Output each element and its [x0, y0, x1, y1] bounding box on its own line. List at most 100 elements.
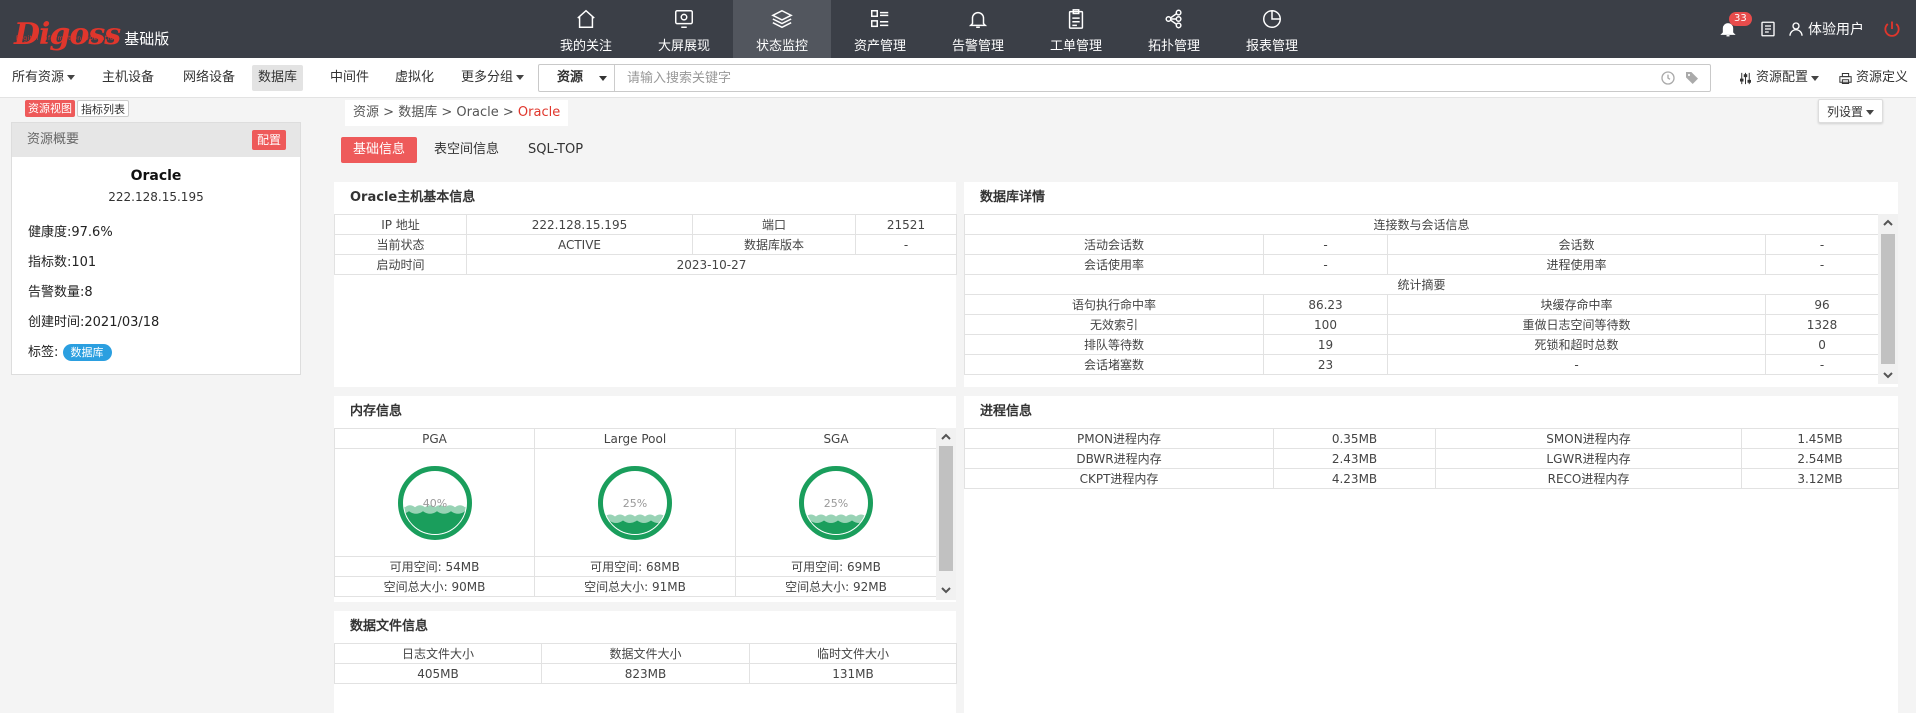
nav-my-focus[interactable]: 我的关注: [537, 0, 635, 58]
tag-badge[interactable]: 数据库: [62, 344, 112, 361]
memory-panel: 内存信息 PGA Large Pool SGA 40% 25% 25% 可用空间…: [334, 396, 956, 602]
table-cell: 会话使用率: [964, 254, 1264, 275]
nav-asset-management[interactable]: 资产管理: [831, 0, 929, 58]
column-settings-button[interactable]: 列设置: [1818, 99, 1884, 123]
breadcrumb-separator: >: [441, 105, 453, 120]
table-cell: 405MB: [334, 663, 542, 684]
gauge-percent-label: 25%: [623, 497, 647, 510]
table-row: 405MB 823MB 131MB: [334, 663, 957, 684]
topology-icon: [1165, 9, 1182, 29]
book-icon: [1761, 21, 1775, 37]
nav-label: 资产管理: [853, 39, 906, 54]
tag-icon[interactable]: [1684, 70, 1700, 86]
category-network[interactable]: 网络设备: [177, 65, 241, 91]
table-row: IP 地址 222.128.15.195 端口 21521: [334, 214, 957, 235]
nav-report-management[interactable]: 报表管理: [1223, 0, 1321, 58]
category-middleware[interactable]: 中间件: [324, 65, 375, 91]
nav-topology-management[interactable]: 拓扑管理: [1125, 0, 1223, 58]
host-info-table: IP 地址 222.128.15.195 端口 21521 当前状态 ACTIV…: [334, 214, 957, 275]
nav-ticket-management[interactable]: 工单管理: [1027, 0, 1125, 58]
search-type-label: 资源: [557, 70, 584, 85]
resource-define-label: 资源定义: [1856, 70, 1909, 85]
panel-title: Oracle主机基本信息: [350, 190, 476, 205]
table-cell: 端口: [692, 214, 856, 235]
table-cell: 1328: [1764, 314, 1878, 335]
metric-count: 指标数:101: [28, 255, 97, 270]
category-more-groups[interactable]: 更多分组: [455, 65, 530, 91]
user-menu[interactable]: 体验用户: [1787, 19, 1864, 39]
db-detail-scrollbar[interactable]: [1878, 214, 1898, 384]
caret-down-icon: [1811, 75, 1820, 81]
power-icon: [1884, 21, 1900, 37]
table-cell: 块缓存命中率: [1387, 294, 1766, 315]
pool-total: 空间总大小: 92MB: [735, 576, 937, 597]
scroll-thumb[interactable]: [939, 446, 953, 571]
resource-summary-header: 资源概要 配置: [12, 123, 300, 157]
config-button[interactable]: 配置: [251, 130, 286, 150]
tab-tablespace-info[interactable]: 表空间信息: [422, 137, 511, 163]
category-all-resources[interactable]: 所有资源: [6, 65, 81, 91]
table-row: 会话使用率 - 进程使用率 -: [964, 254, 1878, 275]
history-icon[interactable]: [1660, 70, 1676, 86]
user-name: 体验用户: [1808, 22, 1864, 38]
created-time: 创建时间:2021/03/18: [28, 315, 160, 330]
category-label: 更多分组: [461, 70, 514, 85]
pie-chart-icon: [1263, 10, 1281, 28]
resource-config-menu[interactable]: 资源配置: [1738, 65, 1820, 91]
scroll-down-icon[interactable]: [940, 584, 952, 596]
table-cell: 86.23: [1263, 294, 1388, 315]
table-cell: -: [1764, 234, 1878, 255]
tab-basic-info[interactable]: 基础信息: [341, 137, 418, 163]
table-cell: -: [855, 234, 957, 255]
category-host[interactable]: 主机设备: [96, 65, 160, 91]
scroll-down-icon[interactable]: [1882, 369, 1894, 381]
caret-down-icon: [67, 75, 76, 80]
logout-button[interactable]: [1882, 19, 1902, 39]
breadcrumb-separator: >: [502, 105, 514, 120]
breadcrumb-item[interactable]: 数据库: [398, 105, 437, 120]
memory-scrollbar[interactable]: [936, 428, 956, 600]
nav-alert-management[interactable]: 告警管理: [929, 0, 1027, 58]
table-row: 空间总大小: 90MB 空间总大小: 91MB 空间总大小: 92MB: [334, 576, 937, 597]
table-row: PMON进程内存 0.35MB SMON进程内存 1.45MB: [964, 428, 1899, 449]
category-virtual[interactable]: 虚拟化: [389, 65, 440, 91]
search-type-select[interactable]: 资源: [539, 65, 615, 91]
table-row: 语句执行命中率 86.23 块缓存命中率 96: [964, 294, 1878, 315]
gauge-percent-label: 25%: [824, 497, 848, 510]
table-cell: 0.35MB: [1273, 428, 1436, 449]
nav-status-monitor[interactable]: 状态监控: [733, 0, 831, 58]
nav-label: 我的关注: [559, 39, 612, 54]
pool-free: 可用空间: 54MB: [334, 556, 535, 577]
home-icon: [577, 9, 595, 28]
nav-big-screen[interactable]: 大屏展现: [635, 0, 733, 58]
tab-sql-top[interactable]: SQL-TOP: [516, 137, 595, 163]
left-view-tabs: 资源视图 指标列表: [25, 100, 129, 117]
tab-metric-list[interactable]: 指标列表: [77, 100, 129, 117]
pool-total: 空间总大小: 90MB: [334, 576, 535, 597]
pool-name: PGA: [334, 428, 535, 449]
table-cell: 重做日志空间等待数: [1387, 314, 1766, 335]
table-cell: -: [1263, 234, 1388, 255]
scroll-thumb[interactable]: [1881, 234, 1895, 364]
search-input[interactable]: [627, 68, 1527, 88]
table-cell: 21521: [855, 214, 957, 235]
process-table: PMON进程内存 0.35MB SMON进程内存 1.45MB DBWR进程内存…: [964, 428, 1899, 489]
tab-resource-view[interactable]: 资源视图: [25, 100, 75, 117]
resource-define-button[interactable]: 资源定义: [1838, 65, 1908, 91]
docs-button[interactable]: [1759, 20, 1777, 38]
breadcrumb-item[interactable]: 资源: [353, 105, 379, 120]
scroll-up-icon[interactable]: [1882, 217, 1894, 229]
breadcrumb-item[interactable]: Oracle: [456, 105, 498, 120]
table-cell: -: [1764, 354, 1878, 375]
list-icon: [871, 10, 889, 28]
category-database[interactable]: 数据库: [252, 65, 304, 91]
pool-name: Large Pool: [534, 428, 736, 449]
edition-label: 基础版: [124, 30, 170, 48]
table-header: 日志文件大小: [334, 643, 542, 664]
table-cell: 会话堵塞数: [964, 354, 1264, 375]
logo[interactable]: Digoss 基础版: [14, 14, 169, 50]
alert-bell[interactable]: 33: [1719, 12, 1752, 38]
pool-name: SGA: [735, 428, 937, 449]
nav-label: 状态监控: [755, 39, 808, 54]
scroll-up-icon[interactable]: [940, 431, 952, 443]
